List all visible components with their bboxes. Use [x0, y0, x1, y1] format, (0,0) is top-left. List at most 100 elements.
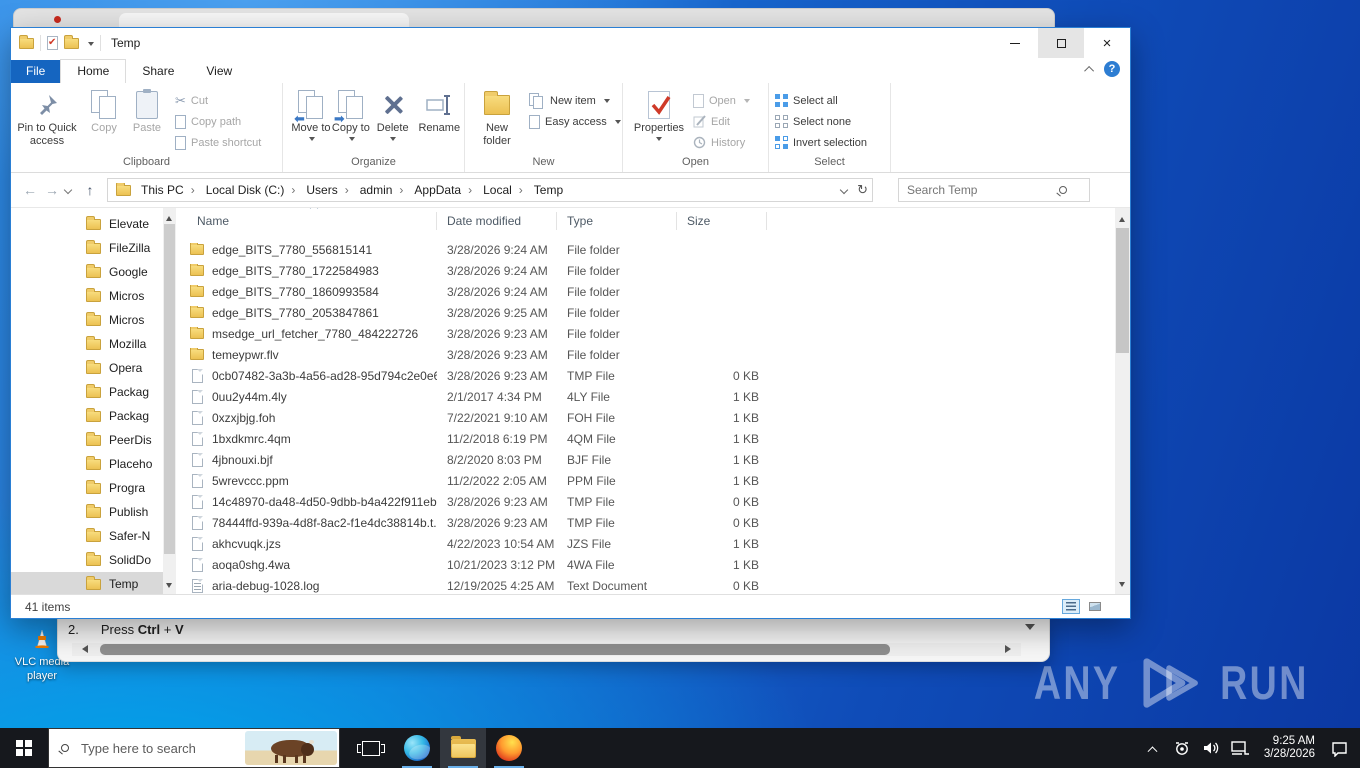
help-icon[interactable]: [1104, 61, 1120, 77]
address-dropdown-icon[interactable]: [839, 185, 849, 195]
sidebar-folder-item[interactable]: Elevate: [11, 212, 176, 236]
pin-to-quick-access-button[interactable]: Pin to Quick access: [11, 86, 83, 148]
table-row[interactable]: 0xzxjbjg.foh 7/22/2021 9:10 AM FOH File …: [176, 407, 1130, 428]
breadcrumb-item[interactable]: Temp: [532, 183, 565, 197]
column-header-size[interactable]: Size: [677, 211, 767, 230]
table-row[interactable]: edge_BITS_7780_1722584983 3/28/2026 9:24…: [176, 260, 1130, 281]
taskbar-clock[interactable]: 9:25 AM 3/28/2026: [1264, 735, 1315, 761]
copy-path-button[interactable]: Copy path: [175, 111, 261, 132]
thumbnails-view-button[interactable]: [1086, 599, 1104, 614]
action-center-button[interactable]: [1328, 740, 1350, 757]
invert-selection-button[interactable]: Invert selection: [775, 132, 867, 153]
taskbar-firefox-button[interactable]: [486, 728, 532, 768]
recent-locations-caret-icon[interactable]: [63, 185, 73, 195]
show-hidden-icons-button[interactable]: [1142, 745, 1164, 756]
instruction-horizontal-scrollbar[interactable]: [72, 643, 1021, 656]
breadcrumb-item[interactable]: This PC: [139, 183, 204, 197]
delete-button[interactable]: Delete: [371, 86, 415, 144]
qat-new-folder-icon[interactable]: [64, 34, 79, 49]
table-row[interactable]: temeypwr.flv 3/28/2026 9:23 AM File fold…: [176, 344, 1130, 365]
volume-tray-button[interactable]: [1200, 740, 1222, 756]
taskbar-search[interactable]: [48, 728, 340, 768]
explorer-search-box[interactable]: [898, 178, 1090, 202]
sidebar-folder-item[interactable]: Packag: [11, 380, 176, 404]
cut-button[interactable]: ✂ Cut: [175, 90, 261, 111]
up-button[interactable]: ↑: [79, 182, 101, 198]
sidebar-folder-item[interactable]: Mozilla: [11, 332, 176, 356]
scroll-left-icon[interactable]: [78, 645, 88, 653]
sidebar-folder-item[interactable]: Micros: [11, 284, 176, 308]
table-row[interactable]: 0uu2y44m.4ly 2/1/2017 4:34 PM 4LY File 1…: [176, 386, 1130, 407]
sidebar-folder-item[interactable]: Progra: [11, 476, 176, 500]
search-icon[interactable]: [1059, 186, 1067, 194]
table-row[interactable]: aoqa0shg.4wa 10/21/2023 3:12 PM 4WA File…: [176, 554, 1130, 575]
table-row[interactable]: edge_BITS_7780_2053847861 3/28/2026 9:25…: [176, 302, 1130, 323]
open-button[interactable]: Open: [693, 90, 750, 111]
screen-capture-tray-button[interactable]: [1171, 739, 1193, 757]
edit-button[interactable]: Edit: [693, 111, 750, 132]
paste-shortcut-button[interactable]: Paste shortcut: [175, 132, 261, 153]
column-header-name[interactable]: Name: [176, 208, 437, 230]
rename-button[interactable]: Rename: [415, 86, 464, 135]
sidebar-folder-item[interactable]: PeerDis: [11, 428, 176, 452]
title-bar[interactable]: Temp ×: [11, 28, 1130, 58]
sidebar-folder-item[interactable]: Publish: [11, 500, 176, 524]
column-header-date-modified[interactable]: Date modified: [437, 211, 557, 230]
sidebar-folder-item[interactable]: Temp: [11, 572, 176, 596]
history-button[interactable]: History: [693, 132, 750, 153]
table-row[interactable]: 0cb07482-3a3b-4a56-ad28-95d794c2e0e6... …: [176, 365, 1130, 386]
sidebar-folder-item[interactable]: Safer-N: [11, 524, 176, 548]
forward-button[interactable]: →: [41, 182, 63, 198]
table-row[interactable]: 5wrevccc.ppm 11/2/2022 2:05 AM PPM File …: [176, 470, 1130, 491]
instruction-scroll-down-icon[interactable]: [1025, 624, 1035, 635]
search-highlight-bison-image[interactable]: [245, 731, 337, 765]
breadcrumb-item[interactable]: Local: [481, 183, 532, 197]
scrollbar-thumb[interactable]: [100, 644, 890, 655]
sidebar-folder-item[interactable]: Opera: [11, 356, 176, 380]
details-view-button[interactable]: [1062, 599, 1080, 614]
breadcrumb-item[interactable]: Local Disk (C:): [204, 183, 305, 197]
breadcrumb-item[interactable]: Users: [304, 183, 357, 197]
sidebar-folder-item[interactable]: Placeho: [11, 452, 176, 476]
sidebar-folder-item[interactable]: SolidDo: [11, 548, 176, 572]
network-tray-button[interactable]: [1229, 740, 1251, 756]
easy-access-button[interactable]: Easy access: [529, 111, 621, 132]
sidebar-scrollbar[interactable]: [163, 208, 176, 596]
back-button[interactable]: ←: [19, 182, 41, 198]
properties-button[interactable]: Properties: [629, 86, 689, 144]
maximize-button[interactable]: [1038, 28, 1084, 58]
breadcrumb-item[interactable]: AppData: [412, 183, 481, 197]
new-item-button[interactable]: New item: [529, 90, 621, 111]
sidebar-folder-item[interactable]: Packag: [11, 404, 176, 428]
table-row[interactable]: msedge_url_fetcher_7780_484222726 3/28/2…: [176, 323, 1130, 344]
move-to-button[interactable]: ⬅ Move to: [291, 86, 331, 142]
search-input[interactable]: [899, 183, 1059, 197]
taskbar-search-input[interactable]: [79, 739, 245, 757]
table-row[interactable]: 1bxdkmrc.4qm 11/2/2018 6:19 PM 4QM File …: [176, 428, 1130, 449]
tab-share[interactable]: Share: [126, 60, 190, 83]
table-row[interactable]: edge_BITS_7780_1860993584 3/28/2026 9:24…: [176, 281, 1130, 302]
table-row[interactable]: edge_BITS_7780_556815141 3/28/2026 9:24 …: [176, 239, 1130, 260]
paste-button[interactable]: Paste: [125, 86, 169, 135]
minimize-button[interactable]: [992, 28, 1038, 58]
scrollbar-thumb[interactable]: [1116, 228, 1129, 353]
tab-view[interactable]: View: [190, 60, 248, 83]
copy-to-button[interactable]: ➡ Copy to: [331, 86, 371, 142]
scroll-down-icon[interactable]: [166, 583, 172, 591]
select-none-button[interactable]: Select none: [775, 111, 867, 132]
scroll-right-icon[interactable]: [1005, 645, 1015, 653]
table-row[interactable]: 4jbnouxi.bjf 8/2/2020 8:03 PM BJF File 1…: [176, 449, 1130, 470]
task-view-button[interactable]: [348, 728, 394, 768]
column-header-type[interactable]: Type: [557, 211, 677, 230]
breadcrumb-item[interactable]: admin: [358, 183, 413, 197]
table-row[interactable]: aria-debug-1028.log 12/19/2025 4:25 AM T…: [176, 575, 1130, 596]
scrollbar-thumb[interactable]: [164, 224, 175, 554]
sidebar-folder-item[interactable]: Micros: [11, 308, 176, 332]
address-bar[interactable]: This PCLocal Disk (C:)UsersadminAppDataL…: [107, 178, 873, 202]
select-all-button[interactable]: Select all: [775, 90, 867, 111]
qat-customize-caret-icon[interactable]: [88, 41, 94, 49]
scroll-up-icon[interactable]: [166, 213, 172, 221]
taskbar-file-explorer-button[interactable]: [440, 728, 486, 768]
copy-button[interactable]: Copy: [83, 86, 125, 135]
sidebar-folder-item[interactable]: Google: [11, 260, 176, 284]
